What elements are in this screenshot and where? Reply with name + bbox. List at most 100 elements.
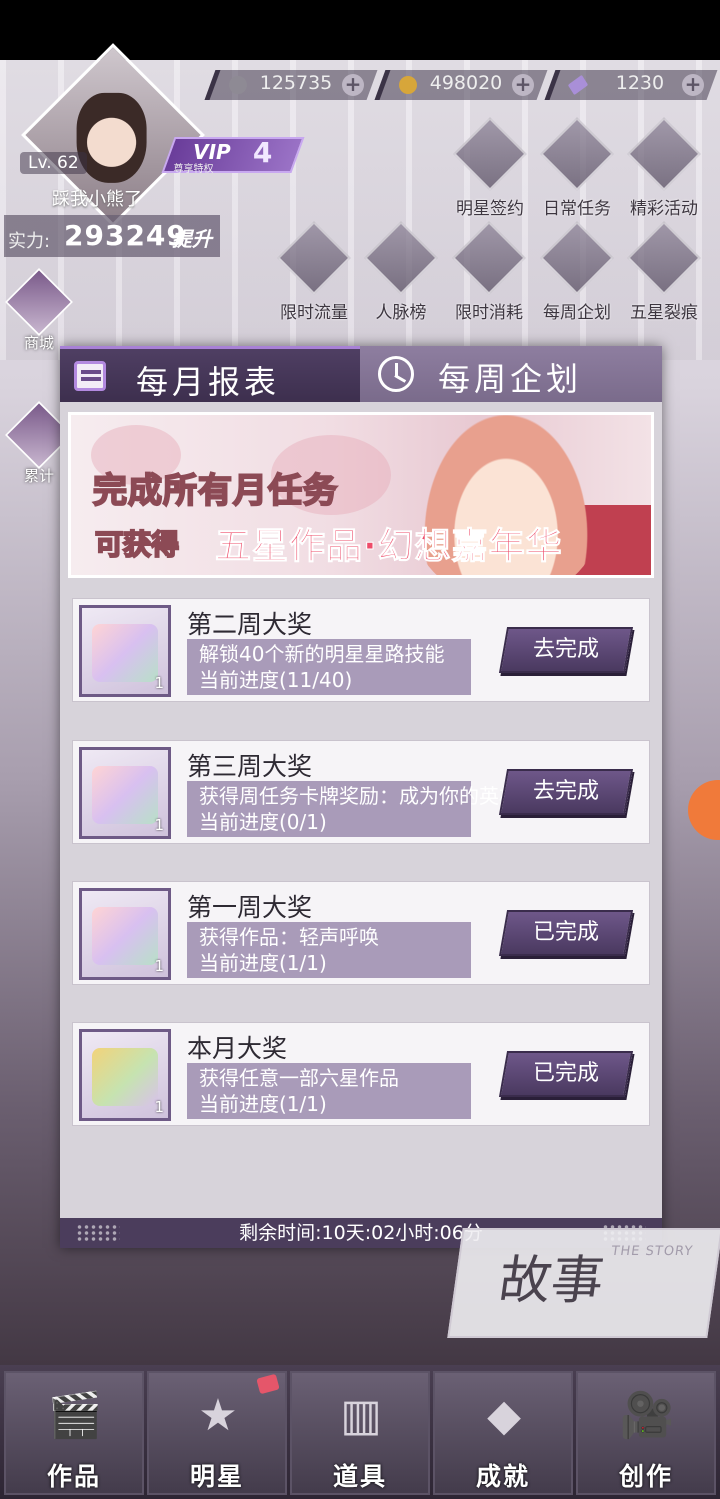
currency-silver: 125735 + xyxy=(204,70,378,100)
go-complete-button[interactable]: 去完成 xyxy=(498,769,634,815)
props-icon: ▥ xyxy=(340,1390,382,1441)
button-label: 去完成 xyxy=(532,637,599,662)
task-description: 获得任意一部六星作品 xyxy=(199,1066,399,1090)
task-progress: 当前进度(0/1) xyxy=(199,810,327,834)
currency-diamond: 1230 + xyxy=(544,70,718,100)
diamond-icon xyxy=(567,74,589,96)
vip-level: 4 xyxy=(252,136,273,169)
task-progress: 当前进度(11/40) xyxy=(199,668,353,692)
task-card: 1 第二周大奖 解锁40个新的明星星路技能 当前进度(11/40) 去完成 xyxy=(72,598,650,702)
shop-button[interactable]: 商城 xyxy=(5,268,73,353)
shop-icon xyxy=(5,268,73,336)
task-description: 解锁40个新的明星星路技能 xyxy=(199,642,445,666)
modal-tabs: 每月报表 每周企划 xyxy=(60,346,662,402)
decor-dots xyxy=(76,1224,120,1242)
gamepad-icon xyxy=(627,221,701,295)
power-value: 293249 xyxy=(64,219,187,252)
silver-amount: 125735 xyxy=(259,72,333,94)
task-description-box: 获得任意一部六星作品 当前进度(1/1) xyxy=(187,1063,471,1119)
task-progress: 当前进度(1/1) xyxy=(199,951,327,975)
task-description: 获得周任务卡牌奖励：成为你的英雄 xyxy=(199,784,519,808)
card-pack-icon xyxy=(92,766,158,824)
nav-props-label: 道具 xyxy=(332,1462,387,1491)
add-diamond-button[interactable]: + xyxy=(682,72,704,96)
reward-item-frame[interactable]: 1 xyxy=(79,605,171,697)
nav-create[interactable]: 🎥 创作 xyxy=(576,1371,716,1495)
avatar-portrait xyxy=(76,92,147,183)
task-description-box: 获得周任务卡牌奖励：成为你的英雄 当前进度(0/1) xyxy=(187,781,519,837)
vip-badge[interactable]: VIP 4 尊享特权 xyxy=(161,136,305,175)
check-icon xyxy=(540,117,614,191)
clock-icon xyxy=(378,356,414,392)
disc-icon xyxy=(277,221,351,295)
reward-count: 1 xyxy=(154,816,164,834)
task-title: 第二周大奖 xyxy=(187,610,313,639)
player-nickname: 踩我小熊了 xyxy=(52,189,142,210)
nav-stars-label: 明星 xyxy=(189,1462,244,1491)
contract-icon xyxy=(453,117,527,191)
task-card: 1 本月大奖 获得任意一部六星作品 当前进度(1/1) 已完成 xyxy=(72,1022,650,1126)
tab-weekly-label: 每周企划 xyxy=(438,360,583,398)
task-title: 第三周大奖 xyxy=(187,752,313,781)
reward-count: 1 xyxy=(154,957,164,975)
story-label: 故事 xyxy=(495,1251,608,1311)
task-title: 第一周大奖 xyxy=(187,893,313,922)
nav-works[interactable]: 🎬 作品 xyxy=(4,1371,144,1495)
star-icon: ★ xyxy=(198,1390,238,1441)
task-card: 1 第一周大奖 获得作品：轻声呼唤 当前进度(1/1) 已完成 xyxy=(72,881,650,985)
nav-create-label: 创作 xyxy=(618,1462,673,1491)
tab-monthly-label: 每月报表 xyxy=(136,363,281,401)
add-gold-button[interactable]: + xyxy=(512,72,534,96)
task-description: 获得作品：轻声呼唤 xyxy=(199,925,379,949)
vip-subtitle: 尊享特权 xyxy=(173,164,214,175)
film-icon: 🎬 xyxy=(47,1390,103,1441)
story-button[interactable]: 故事 THE STORY xyxy=(447,1228,720,1338)
coins-money-icon xyxy=(92,1048,158,1106)
chip-icon xyxy=(452,221,526,295)
tab-monthly-report[interactable]: 每月报表 xyxy=(60,346,360,402)
completed-button[interactable]: 已完成 xyxy=(498,910,634,956)
gift-box-icon xyxy=(92,624,158,682)
currency-gold: 498020 + xyxy=(374,70,548,100)
go-complete-button[interactable]: 去完成 xyxy=(498,627,634,673)
task-description-box: 获得作品：轻声呼唤 当前进度(1/1) xyxy=(187,922,471,978)
card-pack-icon xyxy=(92,907,158,965)
nav-props[interactable]: ▥ 道具 xyxy=(290,1371,430,1495)
monthly-report-modal: 每月报表 每周企划 完成所有月任务 可获得 五星作品·幻想嘉年华 1 第二周大奖… xyxy=(60,346,662,1248)
player-level: Lv. 62 xyxy=(20,152,87,174)
reward-item-frame[interactable]: 1 xyxy=(79,747,171,839)
story-english-label: THE STORY xyxy=(610,1244,695,1259)
reward-count: 1 xyxy=(154,674,164,692)
nav-achievements-label: 成就 xyxy=(475,1462,530,1491)
achievement-icon: ◆ xyxy=(487,1390,521,1441)
button-label: 去完成 xyxy=(532,779,599,804)
banner-line1: 完成所有月任务 xyxy=(92,470,338,512)
reward-item-frame[interactable]: 1 xyxy=(79,888,171,980)
reward-count: 1 xyxy=(154,1098,164,1116)
task-progress: 当前进度(1/1) xyxy=(199,1092,327,1116)
power-label: 实力: xyxy=(8,231,51,252)
events-button[interactable]: 精彩活动 xyxy=(609,117,719,219)
tab-weekly-plan[interactable]: 每周企划 xyxy=(360,346,662,402)
five-star-button[interactable]: 五星裂痕 xyxy=(609,221,719,323)
banner-highlight: 五星作品·幻想嘉年华 xyxy=(215,526,563,568)
button-label: 已完成 xyxy=(532,1061,599,1086)
power-up-button[interactable]: 提升 xyxy=(172,223,212,252)
power-panel[interactable]: 实力: 293249 提升 xyxy=(4,215,220,257)
silver-coin-icon xyxy=(229,76,247,94)
nav-achievements[interactable]: ◆ 成就 xyxy=(433,1371,573,1495)
task-title: 本月大奖 xyxy=(187,1034,288,1063)
five-star-label: 五星裂痕 xyxy=(630,303,698,323)
gold-coin-icon xyxy=(399,76,417,94)
completed-button[interactable]: 已完成 xyxy=(498,1051,634,1097)
tv-icon xyxy=(627,117,701,191)
add-silver-button[interactable]: + xyxy=(342,72,364,96)
reward-item-frame[interactable]: 1 xyxy=(79,1029,171,1121)
clock-icon xyxy=(540,221,614,295)
banner-prefix: 可获得 xyxy=(94,527,180,562)
gold-amount: 498020 xyxy=(429,72,503,94)
events-label: 精彩活动 xyxy=(630,199,698,219)
remaining-time: 剩余时间:10天:02小时:06分 xyxy=(239,1222,483,1244)
diamond-amount: 1230 xyxy=(615,72,665,94)
task-description-box: 解锁40个新的明星星路技能 当前进度(11/40) xyxy=(187,639,471,695)
